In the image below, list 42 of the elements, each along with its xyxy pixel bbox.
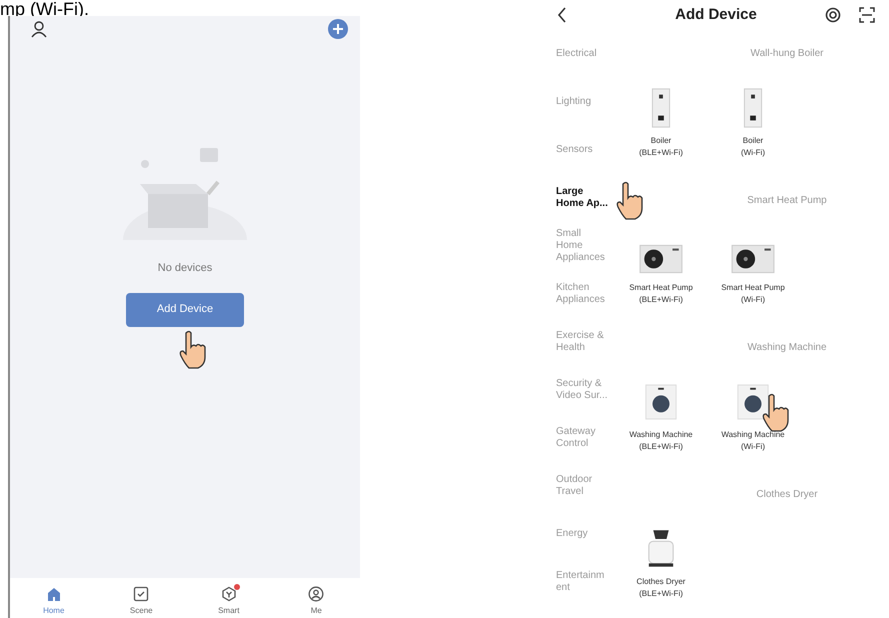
section-heading: Clothes Dryer	[756, 488, 818, 502]
category-item[interactable]: Entertainm ent	[556, 570, 610, 594]
smart-icon	[220, 586, 237, 602]
category-item[interactable]: Outdoor Travel	[556, 474, 610, 498]
category-item[interactable]: Electrical	[556, 48, 610, 60]
profile-icon[interactable]	[30, 20, 48, 38]
device-label[interactable]: Washing Machine (Wi-Fi)	[721, 429, 785, 453]
back-icon[interactable]	[557, 7, 567, 23]
category-item[interactable]: Sensors	[556, 144, 610, 156]
add-device-button[interactable]: Add Device	[126, 292, 244, 326]
device-label[interactable]: Smart Heat Pump (Wi-Fi)	[721, 282, 785, 306]
section-heading: Washing Machine	[747, 340, 827, 354]
home-icon	[46, 586, 62, 602]
category-item[interactable]: Gateway Control	[556, 426, 610, 450]
category-item[interactable]: Small Home Appliances	[556, 228, 610, 264]
device-image[interactable]	[730, 242, 776, 276]
section-heading: Wall-hung Boiler	[750, 46, 824, 60]
screen-title: Add Device	[674, 4, 758, 25]
empty-message: No devices	[158, 261, 212, 276]
device-label[interactable]: Washing Machine (BLE+Wi-Fi)	[629, 429, 693, 453]
target-icon[interactable]	[825, 7, 841, 23]
category-item[interactable]: Exercise & Health	[556, 330, 610, 354]
scene-icon	[133, 586, 150, 602]
me-tab[interactable]: Me	[291, 586, 342, 617]
device-label[interactable]: Boiler (BLE+Wi-Fi)	[639, 135, 683, 159]
category-item[interactable]: Lighting	[556, 96, 610, 108]
me-icon	[308, 586, 324, 602]
scene-tab[interactable]: Scene	[116, 586, 166, 617]
device-image[interactable]	[638, 242, 684, 276]
device-label[interactable]: Boiler (Wi-Fi)	[741, 135, 765, 159]
section-heading: Smart Heat Pump	[747, 194, 827, 208]
category-item[interactable]: Security & Video Sur...	[556, 378, 610, 402]
caption-text: mp (Wi-Fi).	[0, 0, 89, 18]
device-label[interactable]: Clothes Dryer (BLE+Wi-Fi)	[636, 576, 686, 600]
smart-tab[interactable]: Smart	[204, 586, 254, 617]
category-item[interactable]: Energy	[556, 528, 610, 540]
category-item[interactable]: Large Home Ap...	[556, 186, 610, 210]
add-icon[interactable]	[328, 19, 348, 39]
category-item[interactable]: Kitchen Appliances	[556, 282, 610, 306]
scan-icon[interactable]	[859, 7, 875, 23]
device-label[interactable]: Smart Heat Pump (BLE+Wi-Fi)	[629, 282, 693, 306]
home-tab[interactable]: Home	[28, 586, 79, 617]
